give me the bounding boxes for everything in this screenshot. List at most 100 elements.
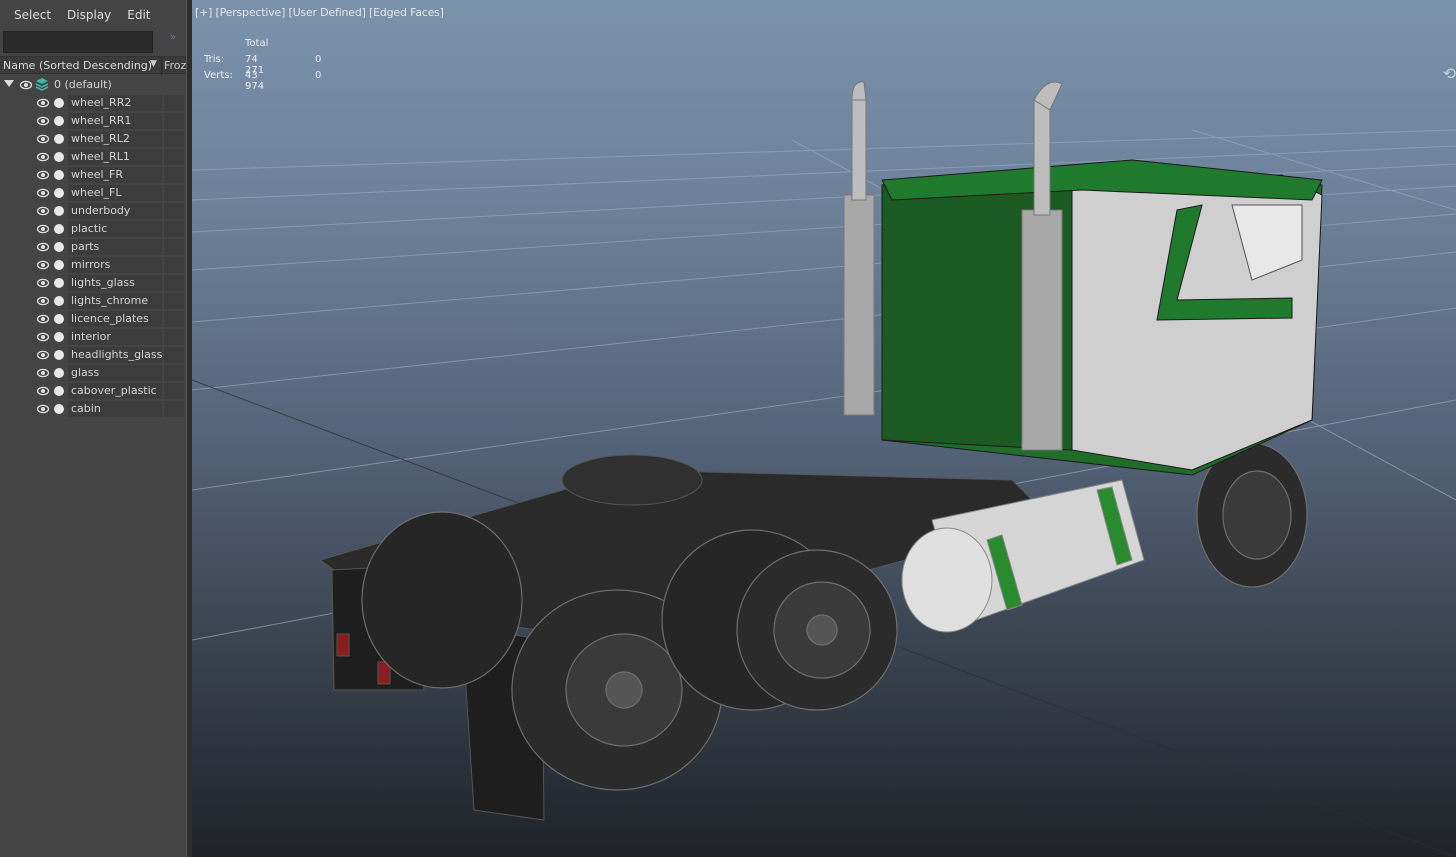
frozen-cell[interactable]: [164, 221, 184, 237]
layer-row[interactable]: lights_chrome: [0, 292, 186, 310]
layer-row[interactable]: wheel_RL2: [0, 130, 186, 148]
visibility-eye-icon[interactable]: [37, 115, 49, 127]
layer-row[interactable]: interior: [0, 328, 186, 346]
frozen-column-header[interactable]: Froz: [164, 59, 186, 72]
visibility-eye-icon[interactable]: [37, 97, 49, 109]
search-input[interactable]: [3, 31, 153, 53]
frozen-cell[interactable]: [164, 293, 184, 309]
name-column-header[interactable]: Name (Sorted Descending): [3, 59, 152, 72]
layer-row[interactable]: glass: [0, 364, 186, 382]
layer-color-dot[interactable]: [54, 242, 64, 252]
visibility-eye-icon[interactable]: [37, 223, 49, 235]
visibility-eye-icon[interactable]: [37, 403, 49, 415]
visibility-eye-icon[interactable]: [37, 277, 49, 289]
layer-label: cabover_plastic: [71, 384, 157, 397]
layer-row[interactable]: wheel_FL: [0, 184, 186, 202]
frozen-cell[interactable]: [164, 383, 184, 399]
visibility-eye-icon[interactable]: [37, 133, 49, 145]
visibility-eye-icon[interactable]: [37, 349, 49, 361]
layer-color-dot[interactable]: [54, 296, 64, 306]
layer-label: glass: [71, 366, 100, 379]
layer-color-dot[interactable]: [54, 278, 64, 288]
layer-color-dot[interactable]: [54, 116, 64, 126]
frozen-cell[interactable]: [164, 347, 184, 363]
layer-color-dot[interactable]: [54, 350, 64, 360]
layer-color-dot[interactable]: [54, 206, 64, 216]
layer-color-dot[interactable]: [54, 98, 64, 108]
layer-color-dot[interactable]: [54, 260, 64, 270]
visibility-eye-icon[interactable]: [37, 295, 49, 307]
frozen-cell[interactable]: [164, 149, 184, 165]
layer-row[interactable]: underbody: [0, 202, 186, 220]
frozen-cell[interactable]: [164, 113, 184, 129]
layer-label: wheel_FL: [71, 186, 122, 199]
layer-row[interactable]: wheel_FR: [0, 166, 186, 184]
frozen-cell[interactable]: [164, 239, 184, 255]
expand-panel-icon[interactable]: »: [170, 32, 176, 43]
frozen-cell[interactable]: [164, 131, 184, 147]
orbit-icon[interactable]: ⟲: [1443, 64, 1456, 83]
viewport-header[interactable]: [+] [Perspective] [User Defined] [Edged …: [195, 6, 444, 19]
frozen-cell[interactable]: [164, 257, 184, 273]
visibility-eye-icon[interactable]: [37, 385, 49, 397]
layer-root-row[interactable]: 0 (default): [0, 76, 186, 94]
visibility-eye-icon[interactable]: [37, 187, 49, 199]
layer-row[interactable]: plactic: [0, 220, 186, 238]
frozen-cell[interactable]: [164, 203, 184, 219]
layer-color-dot[interactable]: [54, 386, 64, 396]
layer-row[interactable]: wheel_RR1: [0, 112, 186, 130]
visibility-eye-icon[interactable]: [37, 367, 49, 379]
layer-row[interactable]: wheel_RR2: [0, 94, 186, 112]
layer-color-dot[interactable]: [54, 368, 64, 378]
layer-row[interactable]: parts: [0, 238, 186, 256]
frozen-cell[interactable]: [164, 365, 184, 381]
frozen-cell[interactable]: [164, 275, 184, 291]
layer-label: wheel_FR: [71, 168, 124, 181]
layer-label: cabin: [71, 402, 101, 415]
layer-color-dot[interactable]: [54, 332, 64, 342]
visibility-eye-icon[interactable]: [37, 259, 49, 271]
frozen-cell[interactable]: [164, 167, 184, 183]
frozen-cell[interactable]: [164, 95, 184, 111]
layer-label: interior: [71, 330, 111, 343]
column-separator[interactable]: [161, 57, 162, 75]
layer-color-dot[interactable]: [54, 134, 64, 144]
menu-select[interactable]: Select: [6, 0, 59, 30]
layer-row[interactable]: cabin: [0, 400, 186, 418]
layer-label: lights_glass: [71, 276, 135, 289]
layer-row[interactable]: cabover_plastic: [0, 382, 186, 400]
hud-verts-label: Verts:: [204, 70, 233, 81]
layer-row[interactable]: headlights_glass: [0, 346, 186, 364]
layer-color-dot[interactable]: [54, 188, 64, 198]
menu-display[interactable]: Display: [59, 0, 119, 30]
frozen-cell[interactable]: [164, 185, 184, 201]
layer-color-dot[interactable]: [54, 152, 64, 162]
layer-label: wheel_RL1: [71, 150, 130, 163]
layer-label: wheel_RL2: [71, 132, 130, 145]
visibility-eye-icon[interactable]: [37, 151, 49, 163]
perspective-viewport[interactable]: [+] [Perspective] [User Defined] [Edged …: [192, 0, 1456, 857]
layer-row[interactable]: lights_glass: [0, 274, 186, 292]
visibility-eye-icon[interactable]: [37, 241, 49, 253]
visibility-eye-icon[interactable]: [37, 169, 49, 181]
frozen-cell[interactable]: [164, 329, 184, 345]
visibility-eye-icon[interactable]: [37, 313, 49, 325]
layer-color-dot[interactable]: [54, 224, 64, 234]
search-row: »: [0, 30, 186, 56]
layer-row[interactable]: licence_plates: [0, 310, 186, 328]
frozen-cell[interactable]: [164, 401, 184, 417]
collapse-triangle-icon[interactable]: [4, 80, 14, 87]
sort-arrow-icon[interactable]: ▼: [150, 59, 157, 69]
menu-edit[interactable]: Edit: [119, 0, 158, 30]
layer-tree: 0 (default) wheel_RR2 wheel_RR1 wheel_RL2w…: [0, 76, 186, 418]
layer-color-dot[interactable]: [54, 404, 64, 414]
layer-color-dot[interactable]: [54, 170, 64, 180]
layer-row[interactable]: wheel_RL1: [0, 148, 186, 166]
visibility-eye-icon[interactable]: [37, 331, 49, 343]
visibility-eye-icon[interactable]: [37, 205, 49, 217]
layer-row[interactable]: mirrors: [0, 256, 186, 274]
visibility-eye-icon[interactable]: [20, 79, 32, 91]
frozen-cell[interactable]: [164, 311, 184, 327]
layer-label: licence_plates: [71, 312, 149, 325]
layer-color-dot[interactable]: [54, 314, 64, 324]
